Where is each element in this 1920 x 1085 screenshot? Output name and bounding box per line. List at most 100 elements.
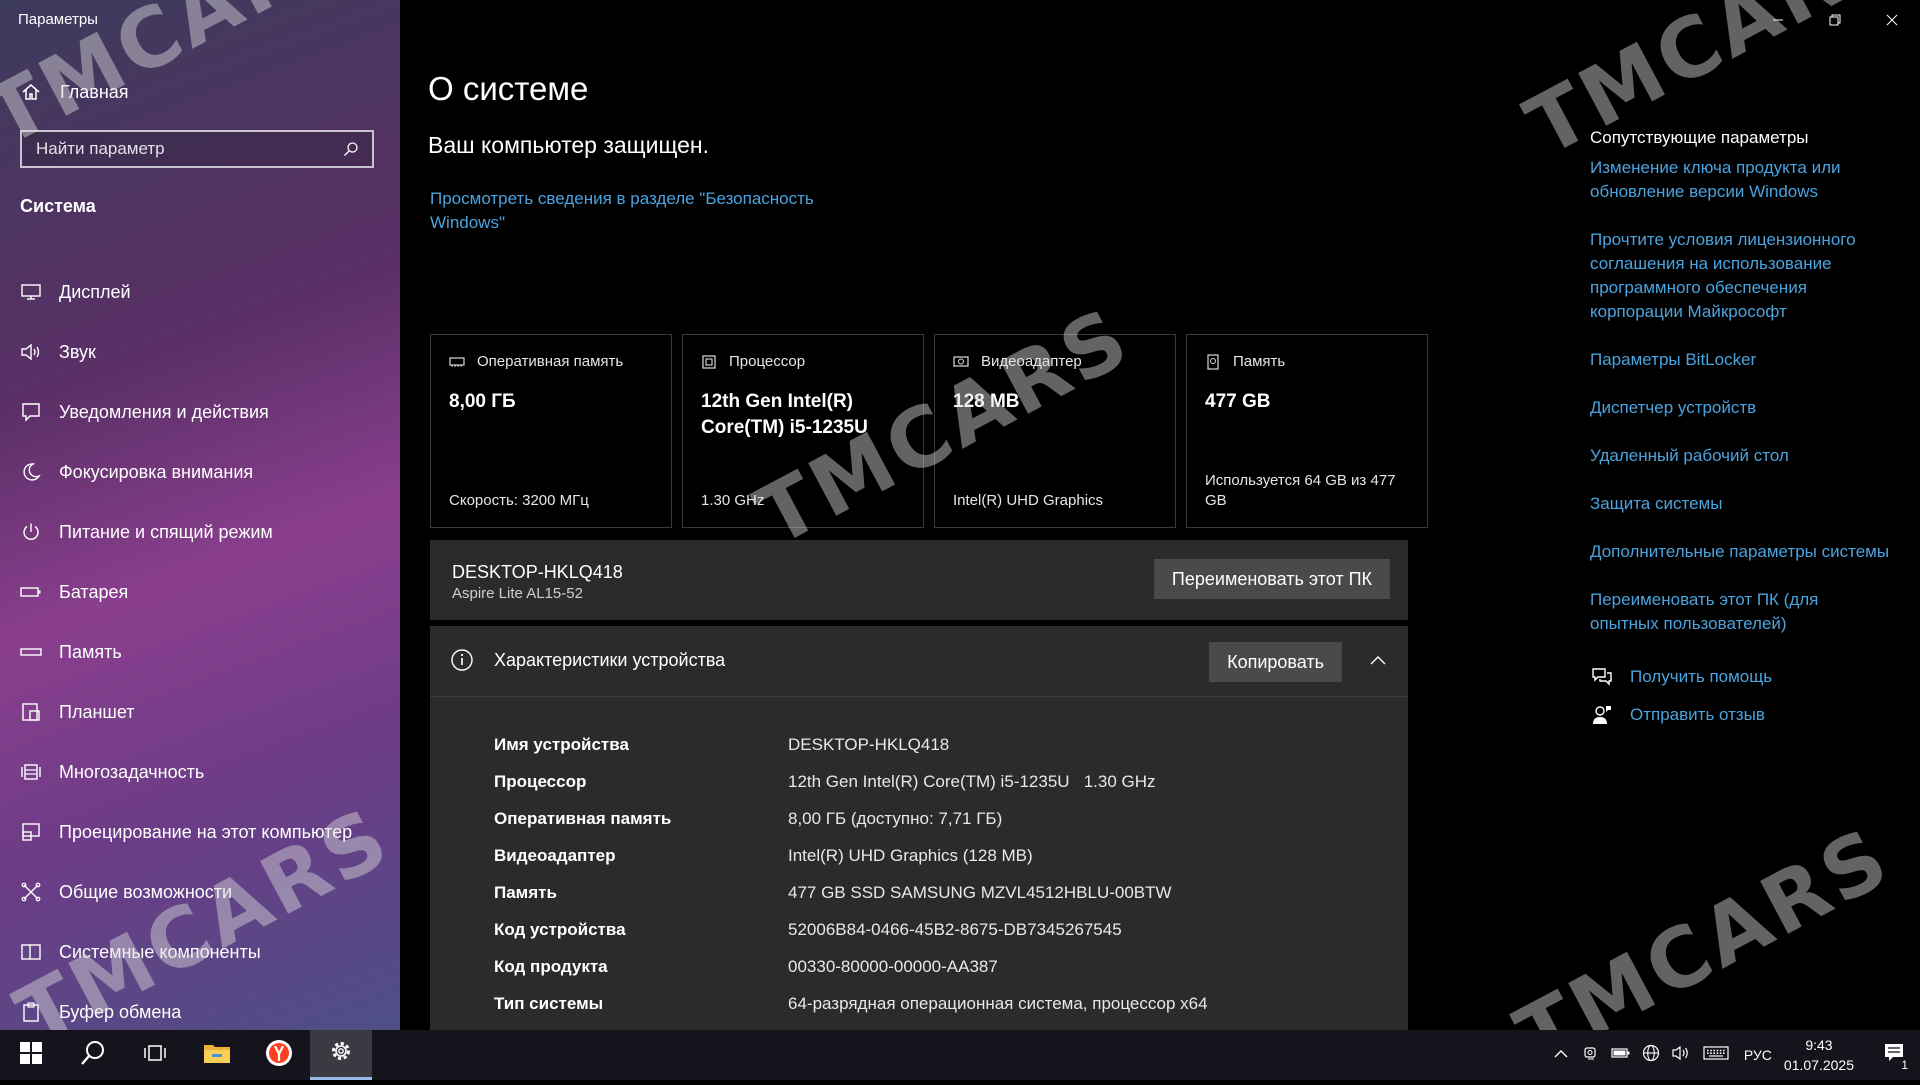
license-terms-link[interactable]: Прочтите условия лицензионного соглашени… [1590, 228, 1890, 324]
sidebar-item-label: Проецирование на этот компьютер [59, 821, 353, 842]
get-help-row[interactable]: Получить помощь [1590, 666, 1890, 688]
send-feedback-row[interactable]: Отправить отзыв [1590, 704, 1890, 726]
send-feedback-link[interactable]: Отправить отзыв [1630, 705, 1765, 725]
show-hidden-icons-button[interactable] [1546, 1030, 1576, 1080]
projecting-icon [20, 821, 42, 843]
battery-tray-button[interactable] [1606, 1030, 1636, 1080]
multitasking-icon [20, 761, 42, 783]
sidebar-item-battery[interactable]: Батарея [20, 562, 390, 622]
spec-key: Код устройства [494, 919, 626, 939]
card-subtext: Используется 64 GB из 477 GB [1205, 472, 1396, 509]
spec-value: 477 GB SSD SAMSUNG MZVL4512HBLU-00BTW [788, 882, 1172, 902]
card-value: 8,00 ГБ [449, 391, 516, 412]
sidebar-item-system-components[interactable]: Системные компоненты [20, 922, 390, 982]
spec-value: Intel(R) UHD Graphics (128 MB) [788, 845, 1033, 865]
advanced-system-settings-link[interactable]: Дополнительные параметры системы [1590, 540, 1890, 564]
get-help-link[interactable]: Получить помощь [1630, 667, 1772, 687]
copy-button[interactable]: Копировать [1209, 642, 1342, 682]
sidebar-item-projecting[interactable]: Проецирование на этот компьютер [20, 802, 390, 862]
camera-tray-button[interactable] [1576, 1030, 1606, 1080]
search-icon[interactable] [340, 141, 362, 157]
display-icon [20, 281, 42, 303]
sidebar-item-clipboard[interactable]: Буфер обмена [20, 982, 390, 1030]
minimize-button[interactable] [1749, 0, 1806, 40]
yandex-browser-button[interactable] [248, 1030, 310, 1080]
spec-value: 00330-80000-00000-AA387 [788, 956, 998, 976]
sidebar-item-shared-experiences[interactable]: Общие возможности [20, 862, 390, 922]
file-explorer-button[interactable] [186, 1030, 248, 1080]
sidebar-item-power[interactable]: Питание и спящий режим [20, 502, 390, 562]
system-components-icon [20, 941, 42, 963]
sidebar-item-home[interactable]: Главная [20, 78, 129, 106]
device-specs-panel: Характеристики устройства Копировать Имя… [430, 626, 1408, 1030]
sidebar-item-storage[interactable]: Память [20, 622, 390, 682]
sidebar-item-notifications[interactable]: Уведомления и действия [20, 382, 390, 442]
clock[interactable]: 9:43 01.07.2025 [1784, 1035, 1854, 1075]
shared-experiences-icon [20, 881, 42, 903]
nav-list: Дисплей Звук Уведомления и действия Фоку… [20, 262, 390, 1030]
spec-cards: Оперативная память 8,00 ГБ Скорость: 320… [430, 334, 1428, 528]
sidebar-item-label: Фокусировка внимания [59, 461, 254, 482]
info-icon [450, 648, 474, 672]
sidebar-item-label: Звук [59, 341, 96, 362]
spec-row: Код устройства 52006B84-0466-45B2-8675-DB… [494, 911, 1208, 948]
close-button[interactable] [1863, 0, 1920, 40]
action-center-button[interactable]: 1 [1870, 1030, 1920, 1080]
sidebar-item-label: Питание и спящий режим [59, 521, 273, 542]
storage-icon [20, 641, 42, 663]
spec-value: 52006B84-0466-45B2-8675-DB7345267545 [788, 919, 1122, 939]
window-title: Параметры [18, 11, 98, 28]
sidebar-item-home-label: Главная [60, 81, 129, 102]
sidebar-item-sound[interactable]: Звук [20, 322, 390, 382]
network-tray-button[interactable] [1636, 1030, 1666, 1080]
tablet-icon [20, 701, 42, 723]
spec-row: Тип системы 64-разрядная операционная сис… [494, 985, 1208, 1022]
main-content: О системе Ваш компьютер защищен. Просмот… [400, 0, 1920, 1030]
sidebar-item-label: Дисплей [59, 281, 131, 302]
window-controls [1749, 0, 1920, 40]
device-specs-title: Характеристики устройства [494, 650, 726, 670]
search-input[interactable] [22, 138, 340, 160]
start-button[interactable] [0, 1030, 62, 1080]
search-box[interactable] [20, 130, 374, 168]
clock-time: 9:43 [1805, 1037, 1833, 1053]
protection-status: Ваш компьютер защищен. [428, 132, 709, 158]
rename-pc-advanced-link[interactable]: Переименовать этот ПК (для опытных польз… [1590, 588, 1890, 636]
taskbar-search-button[interactable] [62, 1030, 124, 1080]
power-icon [20, 521, 42, 543]
clipboard-icon [20, 1001, 42, 1023]
spec-row: Память 477 GB SSD SAMSUNG MZVL4512HBLU-00… [494, 874, 1208, 911]
pc-name-bar: DESKTOP-HKLQ418 Aspire Lite AL15-52 Пере… [430, 540, 1408, 620]
sidebar-item-multitasking[interactable]: Многозадачность [20, 742, 390, 802]
windows-security-link[interactable]: Просмотреть сведения в разделе "Безопасн… [430, 187, 850, 235]
pc-name: DESKTOP-HKLQ418 [452, 562, 623, 582]
spec-key: Видеоадаптер [494, 845, 616, 865]
battery-icon [20, 581, 42, 603]
remote-desktop-link[interactable]: Удаленный рабочий стол [1590, 444, 1890, 468]
spec-key: Оперативная память [494, 808, 672, 828]
chevron-up-icon[interactable] [1366, 648, 1390, 672]
sound-icon [20, 341, 42, 363]
chevron-up-icon [1554, 1046, 1568, 1064]
restore-button[interactable] [1806, 0, 1863, 40]
page-title: О системе [428, 70, 589, 107]
task-view-button[interactable] [124, 1030, 186, 1080]
volume-tray-button[interactable] [1666, 1030, 1696, 1080]
settings-button[interactable] [310, 1030, 372, 1080]
sidebar-item-display[interactable]: Дисплей [20, 262, 390, 322]
change-product-key-link[interactable]: Изменение ключа продукта или обновление … [1590, 156, 1890, 204]
sidebar-item-focus-assist[interactable]: Фокусировка внимания [20, 442, 390, 502]
sidebar-item-tablet[interactable]: Планшет [20, 682, 390, 742]
system-protection-link[interactable]: Защита системы [1590, 492, 1890, 516]
device-specs-header[interactable]: Характеристики устройства Копировать [430, 626, 1408, 697]
settings-icon [329, 1039, 353, 1068]
rename-pc-button[interactable]: Переименовать этот ПК [1153, 559, 1390, 599]
volume-icon [1672, 1045, 1690, 1066]
related-settings-title: Сопутствующие параметры [1590, 128, 1809, 147]
card-value: 128 MB [953, 391, 1020, 412]
bitlocker-settings-link[interactable]: Параметры BitLocker [1590, 348, 1890, 372]
input-language-indicator[interactable]: РУС [1744, 1047, 1772, 1063]
touch-keyboard-button[interactable] [1696, 1030, 1736, 1080]
card-header: Процессор [729, 353, 806, 370]
device-manager-link[interactable]: Диспетчер устройств [1590, 396, 1890, 420]
